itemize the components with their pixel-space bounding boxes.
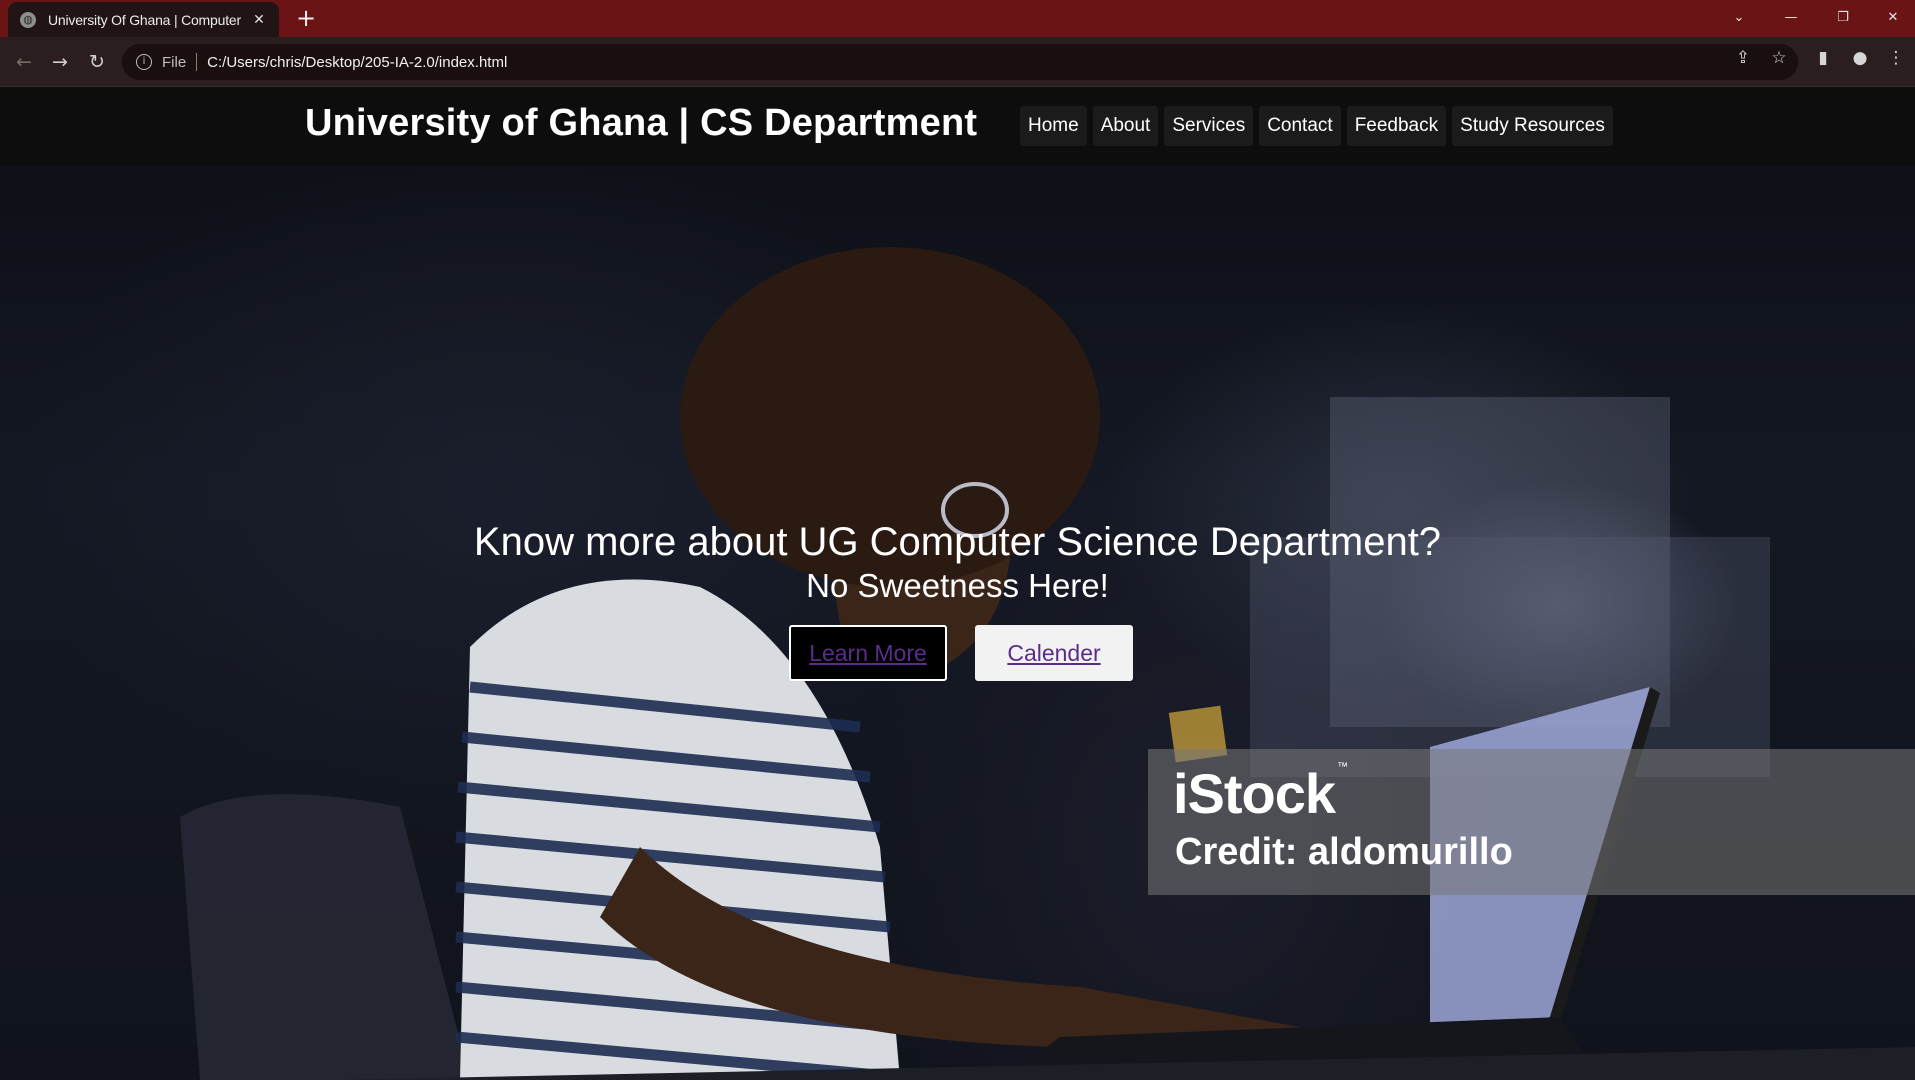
globe-icon: ◍ <box>20 11 36 28</box>
hero-subheadline: No Sweetness Here! <box>806 567 1109 604</box>
trademark-symbol: ™ <box>1337 761 1348 773</box>
new-tab-button[interactable]: + <box>293 6 319 32</box>
side-panel-icon[interactable]: ▮ <box>1811 46 1835 70</box>
menu-icon[interactable]: ⋮ <box>1884 46 1908 70</box>
site-header: University of Ghana | CS Department Home… <box>0 87 1915 166</box>
restore-icon[interactable]: ❐ <box>1820 0 1866 34</box>
url-text[interactable]: C:/Users/chris/Desktop/205-IA-2.0/index.… <box>207 54 507 71</box>
istock-logo: iStock ™ <box>1173 761 1348 826</box>
nav-contact[interactable]: Contact <box>1259 106 1341 146</box>
browser-tabstrip: ◍ University Of Ghana | Computer Science… <box>0 0 1915 37</box>
url-separator <box>196 53 198 71</box>
close-window-icon[interactable]: ✕ <box>1870 0 1915 34</box>
minimize-icon[interactable]: — <box>1768 0 1814 34</box>
nav-about[interactable]: About <box>1092 106 1159 146</box>
tab-title: University Of Ghana | Computer Science <box>48 11 243 28</box>
share-icon[interactable]: ⇪ <box>1731 46 1755 70</box>
learn-more-button[interactable]: Learn More <box>789 625 947 681</box>
close-tab-icon[interactable]: ✕ <box>251 12 267 28</box>
browser-toolbar: ← → ↻ i File C:/Users/chris/Desktop/205-… <box>0 37 1915 87</box>
browser-tab[interactable]: ◍ University Of Ghana | Computer Science… <box>8 2 279 37</box>
nav-feedback[interactable]: Feedback <box>1346 106 1447 146</box>
main-nav: Home About Services Contact Feedback Stu… <box>1020 106 1613 146</box>
bookmark-star-icon[interactable]: ☆ <box>1767 46 1791 70</box>
istock-logo-text: iStock <box>1173 762 1336 825</box>
profile-icon[interactable]: ● <box>1848 46 1872 70</box>
nav-home[interactable]: Home <box>1020 106 1087 146</box>
nav-services[interactable]: Services <box>1164 106 1254 146</box>
site-brand-title[interactable]: University of Ghana | CS Department <box>305 102 977 145</box>
back-icon[interactable]: ← <box>10 48 38 76</box>
site-info-icon[interactable]: i <box>136 54 152 70</box>
forward-icon[interactable]: → <box>46 48 74 76</box>
calender-button[interactable]: Calender <box>975 625 1133 681</box>
nav-study-resources[interactable]: Study Resources <box>1452 106 1613 146</box>
hero-headline: Know more about UG Computer Science Depa… <box>473 520 1442 564</box>
tab-search-icon[interactable]: ⌄ <box>1716 0 1762 34</box>
url-scheme: File <box>162 53 187 71</box>
photo-credit: Credit: aldomurillo <box>1175 831 1513 873</box>
reload-icon[interactable]: ↻ <box>83 48 111 76</box>
istock-watermark: iStock ™ Credit: aldomurillo <box>1148 749 1915 895</box>
address-bar[interactable]: i File C:/Users/chris/Desktop/205-IA-2.0… <box>122 44 1798 80</box>
web-page: University of Ghana | CS Department Home… <box>0 87 1915 1080</box>
